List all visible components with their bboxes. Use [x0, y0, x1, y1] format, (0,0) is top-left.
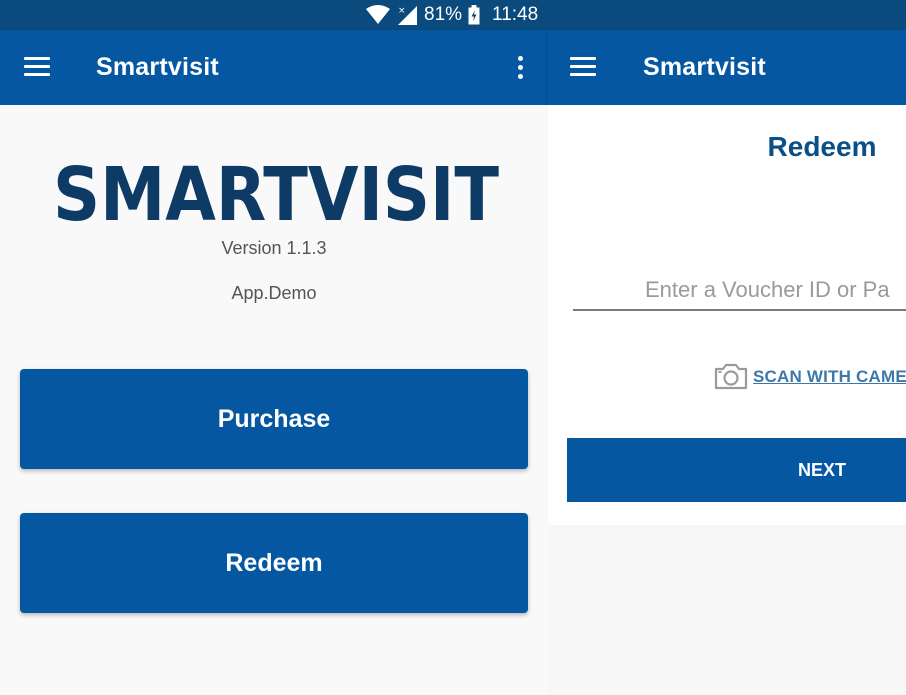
status-icons: × 81% 11:48: [366, 3, 538, 27]
svg-text:×: ×: [398, 6, 406, 16]
hamburger-menu-icon[interactable]: [24, 57, 50, 77]
app-title: Smartvisit: [643, 53, 766, 81]
wifi-icon: [366, 5, 390, 24]
redeem-card: Redeem SCAN WITH CAME NEXT: [548, 105, 906, 525]
more-vert-icon[interactable]: [510, 54, 530, 82]
app-bar-right: Smartvisit: [548, 30, 906, 105]
scan-with-camera-label[interactable]: SCAN WITH CAME: [753, 367, 906, 387]
camera-icon: [714, 363, 748, 390]
hamburger-menu-icon[interactable]: [570, 57, 596, 77]
battery-icon: [468, 5, 480, 25]
app-name-label: App.Demo: [231, 283, 317, 303]
redeem-button[interactable]: Redeem: [20, 513, 528, 613]
svg-text:SMARTVISIT: SMARTVISIT: [53, 157, 499, 227]
voucher-id-input[interactable]: [573, 275, 906, 311]
smartvisit-logo: SMARTVISIT: [53, 157, 499, 227]
signal-icon: ×: [398, 6, 417, 25]
redeem-title: Redeem: [767, 131, 877, 162]
version-label: Version 1.1.3: [221, 238, 327, 258]
battery-percentage: 81%: [424, 4, 463, 25]
scan-with-camera-link[interactable]: SCAN WITH CAME: [714, 363, 906, 390]
next-button[interactable]: NEXT: [567, 438, 906, 502]
status-bar: × 81% 11:48: [0, 0, 906, 30]
app-bar-left: Smartvisit: [0, 30, 548, 105]
home-screen: SMARTVISIT Version 1.1.3 App.Demo Purcha…: [0, 105, 548, 695]
app-title: Smartvisit: [96, 53, 219, 81]
status-time: 11:48: [492, 4, 539, 25]
purchase-button[interactable]: Purchase: [20, 369, 528, 469]
